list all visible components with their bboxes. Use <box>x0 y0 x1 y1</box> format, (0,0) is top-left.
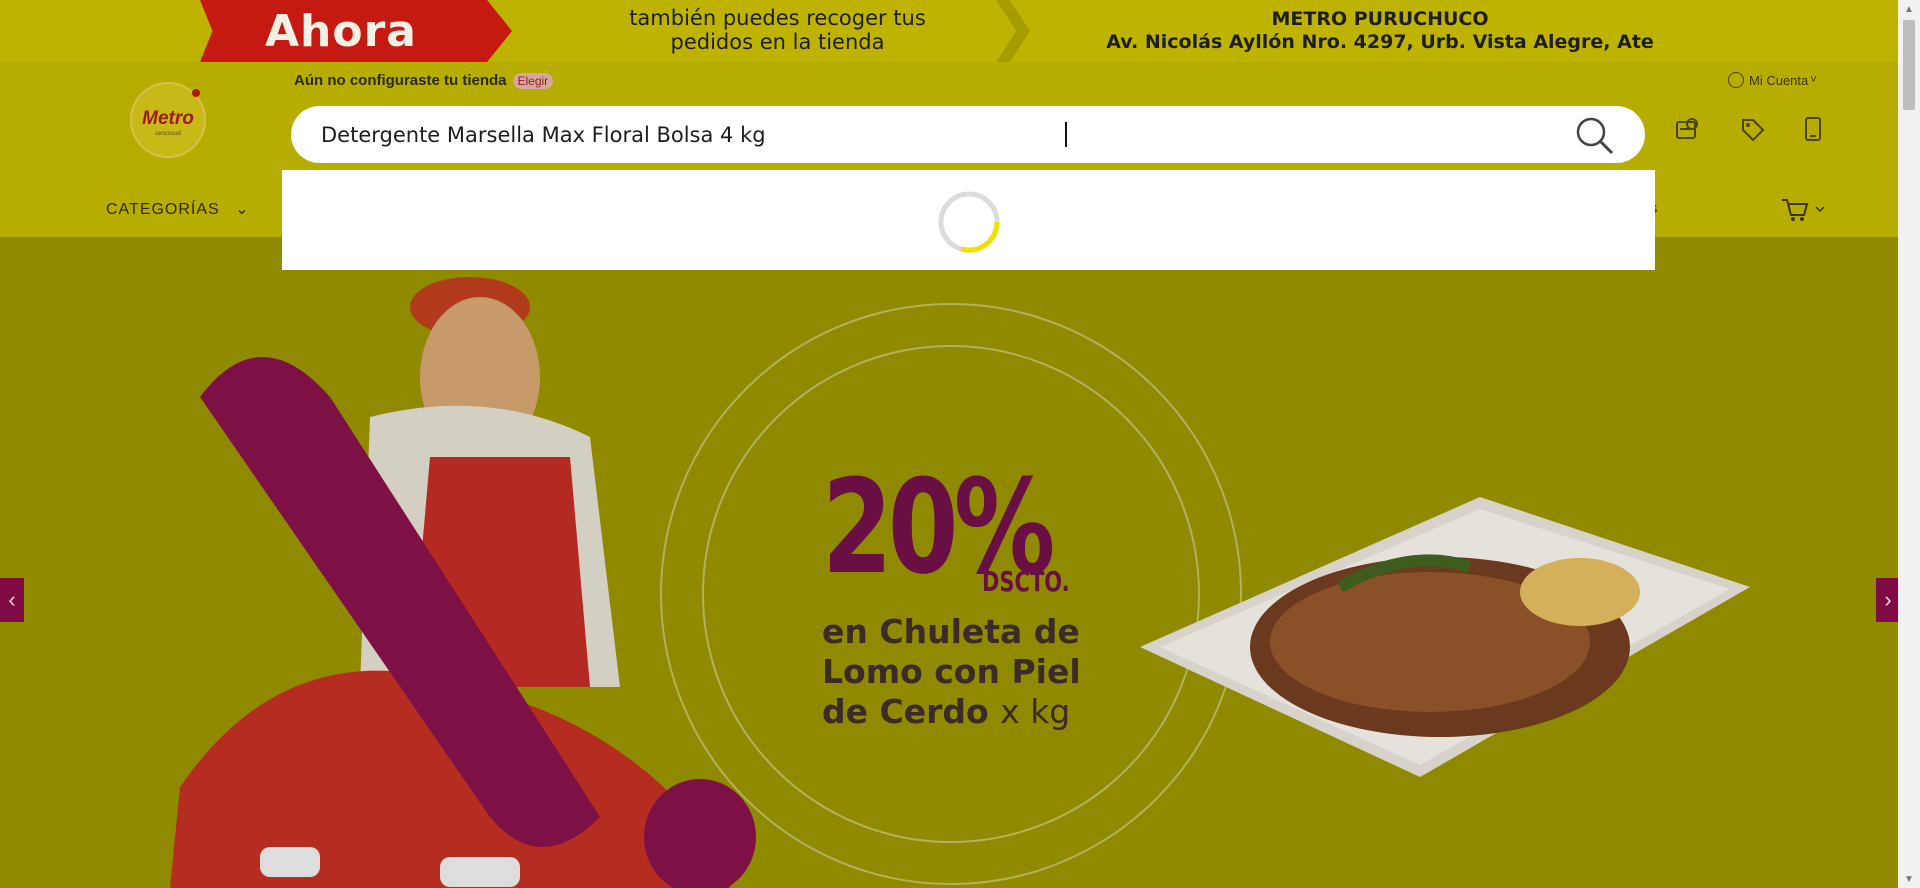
promo-ahora-text: Ahora <box>265 5 417 57</box>
text-caret <box>1065 122 1067 147</box>
loading-spinner-icon <box>938 191 1000 253</box>
promo-line-1: también puedes recoger tus <box>629 6 926 30</box>
chevron-left-icon: ‹ <box>8 587 16 612</box>
carousel-prev-button[interactable]: ‹ <box>0 578 24 622</box>
hero-desc-unit: x kg <box>1000 692 1071 731</box>
scroll-down-icon[interactable]: ▼ <box>1904 874 1914 885</box>
search-bar[interactable] <box>291 106 1645 163</box>
store-note-text: Aún no configuraste tu tienda <box>294 72 507 89</box>
scroll-up-icon[interactable]: ▲ <box>1904 4 1914 15</box>
hero-banner[interactable]: 20% DSCTO. en Chuleta de Lomo con Piel d… <box>0 237 1898 888</box>
metro-logo[interactable]: Metro cencosud <box>130 82 206 158</box>
scrollbar[interactable] <box>1898 0 1920 888</box>
categories-menu[interactable]: CATEGORÍAS ⌄ <box>106 199 250 219</box>
promo-message: también puedes recoger tus pedidos en la… <box>580 6 975 54</box>
chevron-right-icon <box>996 0 1030 62</box>
promo-store-address: Av. Nicolás Ayllón Nro. 4297, Urb. Vista… <box>1106 31 1654 53</box>
carousel-next-button[interactable]: › <box>1876 578 1898 622</box>
cart-icon[interactable] <box>1780 197 1826 223</box>
store-selector[interactable]: Aún no configuraste tu tienda Elegir <box>294 72 554 89</box>
logo-subtitle: cencosud <box>155 130 181 137</box>
promo-store-info: METRO PURUCHUCO Av. Nicolás Ayllón Nro. … <box>1100 8 1660 54</box>
tag-icon[interactable] <box>1737 114 1767 144</box>
promo-person-image <box>170 277 756 888</box>
chevron-down-icon: ⌄ <box>235 201 250 218</box>
categories-label: CATEGORÍAS <box>106 201 220 218</box>
logo-dot <box>192 89 200 97</box>
search-suggestions-panel <box>282 170 1655 270</box>
search-icon[interactable] <box>1573 114 1615 156</box>
user-icon <box>1728 72 1744 88</box>
hero-desc-line-2: Lomo con Piel <box>822 652 1081 691</box>
pork-chop-plate-image <box>1140 497 1750 777</box>
promo-store-name: METRO PURUCHUCO <box>1271 8 1489 30</box>
logo-word: Metro <box>142 107 194 129</box>
scrollbar-thumb[interactable] <box>1903 20 1915 110</box>
chevron-right-icon: › <box>1884 587 1892 612</box>
store-locator-icon[interactable] <box>1672 114 1702 144</box>
promo-line-2: pedidos en la tienda <box>670 30 885 54</box>
account-menu[interactable]: Mi Cuenta ˅ <box>1728 72 1817 88</box>
hero-desc-line-3: de Cerdo x kg <box>822 692 1122 732</box>
hero-offer-text: 20% DSCTO. en Chuleta de Lomo con Piel d… <box>822 462 1115 731</box>
promo-ahora-badge: Ahora <box>200 0 512 62</box>
search-input[interactable] <box>321 106 1521 163</box>
hero-description: en Chuleta de Lomo con Piel de Cerdo x k… <box>822 612 1122 732</box>
account-label: Mi Cuenta <box>1749 72 1809 88</box>
elegir-button[interactable]: Elegir <box>512 72 554 89</box>
hero-desc-cerdo: de Cerdo <box>822 692 989 731</box>
chevron-down-icon: ˅ <box>1810 74 1817 86</box>
hero-dscto: DSCTO. <box>982 565 1070 598</box>
hero-desc-line-1: en Chuleta de <box>822 612 1080 651</box>
phone-icon[interactable] <box>1798 114 1828 144</box>
promo-banner[interactable]: Ahora también puedes recoger tus pedidos… <box>0 0 1898 62</box>
